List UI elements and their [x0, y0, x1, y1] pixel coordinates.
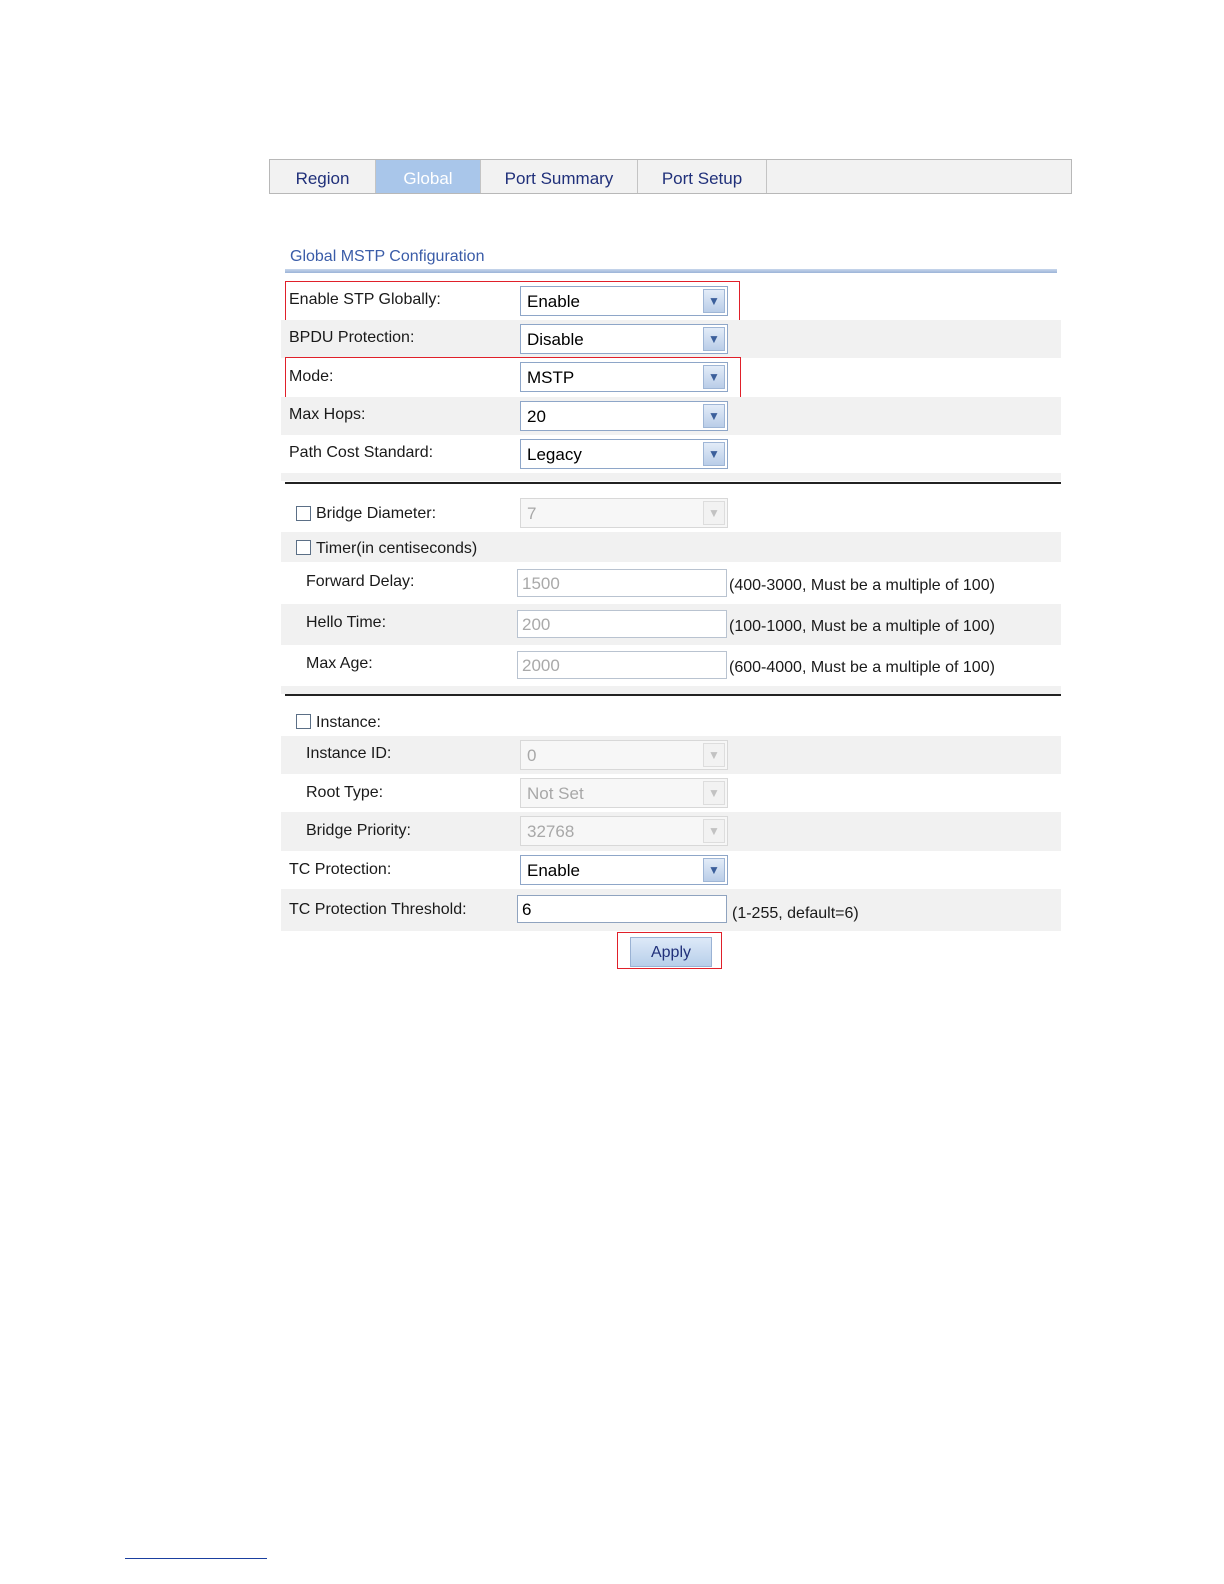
hello-time-input[interactable]: 200	[517, 610, 727, 638]
row-max-hops: Max Hops: 20 ▼	[281, 397, 1061, 435]
bridge-priority-value: 32768	[527, 822, 575, 841]
row-root-type: Root Type: Not Set ▼	[281, 774, 1061, 812]
row-timer: Timer(in centiseconds)	[281, 532, 1061, 562]
forward-delay-input[interactable]: 1500	[517, 569, 727, 597]
forward-delay-value: 1500	[522, 574, 560, 593]
row-path-cost: Path Cost Standard: Legacy ▼	[281, 435, 1061, 473]
hello-time-label: Hello Time:	[306, 614, 387, 631]
tc-protection-label: TC Protection:	[289, 861, 392, 878]
row-instance-id: Instance ID: 0 ▼	[281, 736, 1061, 774]
tab-global[interactable]: Global	[376, 160, 481, 193]
chevron-down-icon: ▼	[703, 327, 725, 351]
chevron-down-icon: ▼	[703, 442, 725, 466]
tab-port-setup[interactable]: Port Setup	[638, 160, 767, 193]
chevron-down-icon: ▼	[703, 819, 725, 843]
max-age-hint: (600-4000, Must be a multiple of 100)	[729, 659, 995, 676]
bridge-diameter-value: 7	[527, 504, 537, 523]
chevron-down-icon: ▼	[703, 404, 725, 428]
bpdu-protection-select[interactable]: Disable ▼	[520, 324, 728, 354]
instance-id-value: 0	[527, 746, 537, 765]
highlight-box-mode	[285, 357, 741, 398]
instance-id-select[interactable]: 0 ▼	[520, 740, 728, 770]
chevron-down-icon: ▼	[703, 858, 725, 882]
bridge-diameter-select[interactable]: 7 ▼	[520, 498, 728, 528]
max-hops-select[interactable]: 20 ▼	[520, 401, 728, 431]
bpdu-protection-label: BPDU Protection:	[289, 329, 415, 346]
tab-bar: Region Global Port Summary Port Setup	[269, 159, 1072, 194]
root-type-value: Not Set	[527, 784, 584, 803]
instance-label: Instance:	[316, 714, 381, 731]
root-type-select[interactable]: Not Set ▼	[520, 778, 728, 808]
bridge-priority-select[interactable]: 32768 ▼	[520, 816, 728, 846]
chevron-down-icon: ▼	[703, 501, 725, 525]
row-tc-threshold: TC Protection Threshold: 6 (1-255, defau…	[281, 889, 1061, 931]
chevron-down-icon: ▼	[703, 743, 725, 767]
tc-threshold-hint: (1-255, default=6)	[732, 905, 859, 922]
tc-threshold-label: TC Protection Threshold:	[289, 901, 467, 918]
bridge-diameter-label: Bridge Diameter:	[316, 505, 437, 522]
tc-protection-select[interactable]: Enable ▼	[520, 855, 728, 885]
row-bpdu-protection: BPDU Protection: Disable ▼	[281, 320, 1061, 358]
row-bridge-diameter: Bridge Diameter: 7 ▼	[281, 494, 1061, 532]
row-tc-protection: TC Protection: Enable ▼	[281, 851, 1061, 889]
max-age-value: 2000	[522, 656, 560, 675]
bridge-priority-label: Bridge Priority:	[306, 822, 411, 839]
instance-checkbox[interactable]	[296, 714, 311, 729]
forward-delay-hint: (400-3000, Must be a multiple of 100)	[729, 577, 995, 594]
row-hello-time: Hello Time: 200 (100-1000, Must be a mul…	[281, 604, 1061, 645]
tab-port-summary[interactable]: Port Summary	[481, 160, 638, 193]
section-title: Global MSTP Configuration	[290, 248, 485, 265]
hello-time-value: 200	[522, 615, 551, 634]
max-hops-label: Max Hops:	[289, 406, 366, 423]
title-divider	[285, 269, 1057, 273]
instance-id-label: Instance ID:	[306, 745, 392, 762]
row-max-age: Max Age: 2000 (600-4000, Must be a multi…	[281, 645, 1061, 686]
max-age-input[interactable]: 2000	[517, 651, 727, 679]
max-age-label: Max Age:	[306, 655, 373, 672]
tab-region[interactable]: Region	[270, 160, 376, 193]
highlight-box-enable-stp	[285, 281, 740, 321]
row-bridge-priority: Bridge Priority: 32768 ▼	[281, 812, 1061, 851]
timer-label: Timer(in centiseconds)	[316, 540, 478, 557]
tc-threshold-value: 6	[522, 900, 532, 919]
tc-protection-value: Enable	[527, 861, 580, 880]
max-hops-value: 20	[527, 407, 546, 426]
row-instance: Instance:	[281, 706, 1061, 736]
bridge-diameter-checkbox[interactable]	[296, 506, 311, 521]
path-cost-select[interactable]: Legacy ▼	[520, 439, 728, 469]
timer-checkbox[interactable]	[296, 540, 311, 555]
highlight-box-apply	[617, 932, 722, 969]
root-type-label: Root Type:	[306, 784, 384, 801]
hello-time-hint: (100-1000, Must be a multiple of 100)	[729, 618, 995, 635]
chevron-down-icon: ▼	[703, 781, 725, 805]
row-spacer	[281, 473, 1061, 481]
section-divider	[285, 694, 1061, 696]
path-cost-label: Path Cost Standard:	[289, 444, 434, 461]
section-divider	[285, 482, 1061, 484]
row-spacer	[281, 686, 1061, 694]
row-forward-delay: Forward Delay: 1500 (400-3000, Must be a…	[281, 562, 1061, 604]
bpdu-protection-value: Disable	[527, 330, 584, 349]
forward-delay-label: Forward Delay:	[306, 573, 415, 590]
tc-threshold-input[interactable]: 6	[517, 895, 727, 923]
footnote-divider	[125, 1558, 267, 1559]
path-cost-value: Legacy	[527, 445, 582, 464]
